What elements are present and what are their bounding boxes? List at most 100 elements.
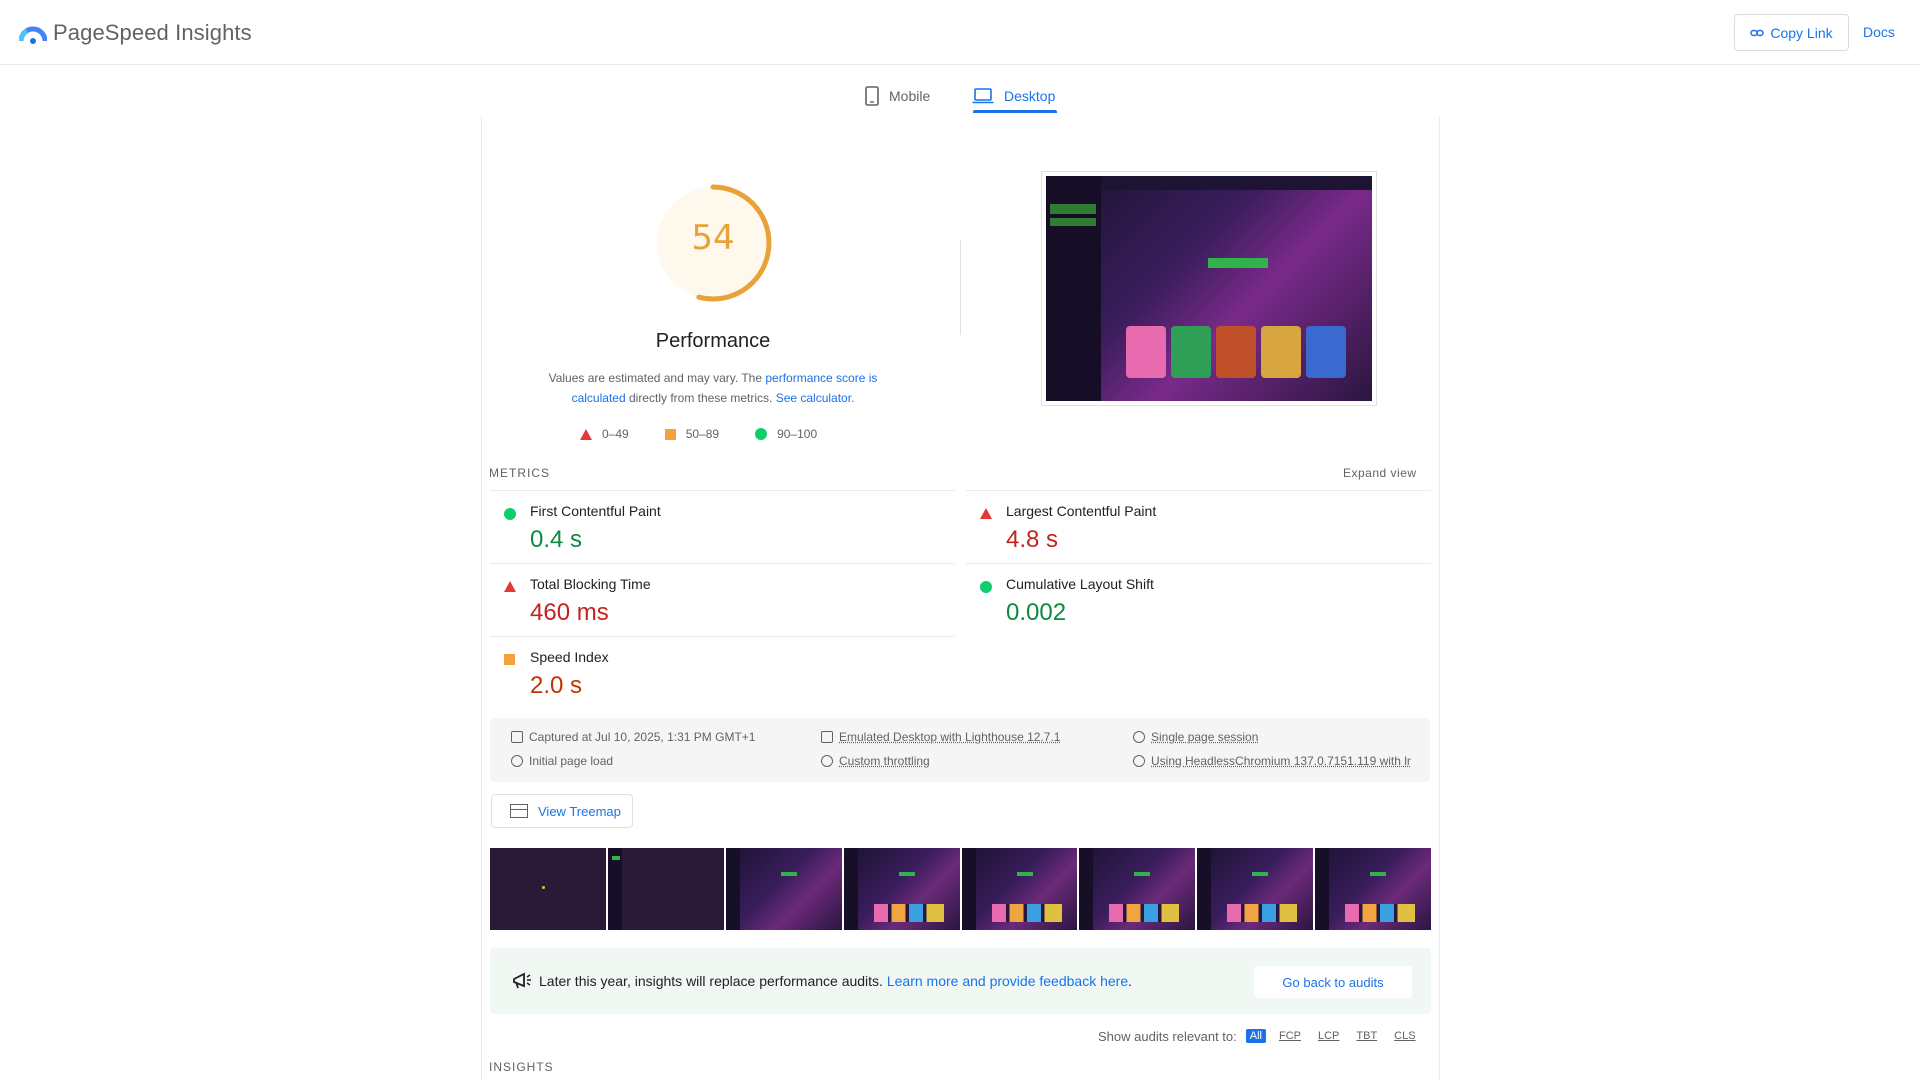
desc-text-1: Values are estimated and may vary. The — [548, 371, 766, 385]
tab-desktop[interactable]: Desktop — [972, 78, 1055, 114]
metric-fcp: First Contentful Paint 0.4 s — [490, 490, 955, 562]
tab-mobile-label: Mobile — [889, 88, 931, 104]
legend-fail: 0–49 — [580, 427, 629, 441]
tab-desktop-label: Desktop — [1004, 88, 1056, 104]
metric-label: Speed Index — [530, 649, 609, 665]
calendar-icon — [511, 731, 523, 743]
audit-filter-label: Show audits relevant to: — [1098, 1028, 1237, 1044]
audit-filter: Show audits relevant to: All FCP LCP TBT… — [1098, 1028, 1420, 1044]
filmstrip-frame — [1197, 848, 1314, 930]
metric-cls: Cumulative Layout Shift 0.002 — [966, 563, 1431, 635]
metric-value: 4.8 s — [1006, 526, 1059, 553]
metric-value: 2.0 s — [530, 672, 583, 699]
chrome-icon — [1133, 755, 1145, 767]
metric-value: 0.4 s — [530, 526, 583, 553]
runtime-session: Single page session — [1133, 730, 1258, 744]
metric-speed-index: Speed Index 2.0 s — [490, 636, 955, 708]
performance-title: Performance — [655, 330, 771, 352]
average-square-icon — [504, 654, 515, 665]
metric-label: Largest Contentful Paint — [1006, 503, 1157, 519]
runtime-session-text[interactable]: Single page session — [1151, 730, 1258, 744]
link-icon — [1750, 29, 1765, 36]
fail-triangle-icon — [980, 508, 992, 519]
runtime-throttling: Custom throttling — [821, 754, 930, 768]
page-screenshot-image — [1046, 176, 1372, 401]
metric-label: Cumulative Layout Shift — [1006, 576, 1154, 592]
filmstrip-frame — [490, 848, 606, 930]
runtime-throttling-text[interactable]: Custom throttling — [839, 754, 930, 768]
filter-fcp[interactable]: FCP — [1275, 1029, 1305, 1043]
phone-icon — [865, 86, 879, 106]
go-back-to-audits-button[interactable]: Go back to audits — [1254, 966, 1412, 998]
runtime-captured-text: Captured at Jul 10, 2025, 1:31 PM GMT+1 — [529, 730, 756, 744]
desc-text-2: directly from these metrics. — [625, 391, 776, 405]
runtime-captured: Captured at Jul 10, 2025, 1:31 PM GMT+1 — [511, 730, 755, 744]
notice-message: Later this year, insights will replace p… — [539, 973, 887, 989]
filter-cls[interactable]: CLS — [1390, 1029, 1419, 1043]
runtime-emulated-text[interactable]: Emulated Desktop with Lighthouse 12.7.1 — [839, 730, 1060, 744]
expand-view-toggle[interactable]: Expand view — [1343, 466, 1417, 480]
runtime-initial-load: Initial page load — [511, 754, 613, 768]
performance-score: 54 — [691, 218, 735, 258]
filter-lcp[interactable]: LCP — [1314, 1029, 1343, 1043]
metric-lcp: Largest Contentful Paint 4.8 s — [966, 490, 1431, 562]
tab-mobile[interactable]: Mobile — [865, 78, 930, 114]
notice-end: . — [1128, 973, 1133, 989]
legend-fail-label: 0–49 — [602, 427, 629, 441]
performance-description: Values are estimated and may vary. The p… — [533, 368, 893, 408]
legend-pass-label: 90–100 — [777, 427, 818, 441]
view-treemap-label: View Treemap — [538, 803, 621, 819]
metric-label: Total Blocking Time — [530, 576, 651, 592]
pass-circle-icon — [980, 581, 992, 593]
app-title: PageSpeed Insights — [53, 20, 252, 45]
wifi-icon — [821, 755, 833, 767]
see-calculator-link[interactable]: See calculator. — [776, 391, 855, 405]
filmstrip-frame — [607, 848, 724, 930]
legend-average-label: 50–89 — [685, 427, 720, 441]
tab-active-indicator — [973, 110, 1057, 113]
notice-text: Later this year, insights will replace p… — [539, 973, 1132, 989]
view-treemap-button[interactable]: View Treemap — [491, 794, 633, 828]
docs-link[interactable]: Docs — [1863, 24, 1895, 40]
filmstrip-frame — [725, 848, 842, 930]
circle-icon — [755, 428, 768, 440]
insights-notice-banner: Later this year, insights will replace p… — [490, 948, 1431, 1014]
top-bar: PageSpeed Insights Copy Link Docs — [0, 0, 1920, 65]
copy-link-button[interactable]: Copy Link — [1734, 14, 1849, 51]
filmstrip-frame — [1315, 848, 1431, 930]
score-legend: 0–49 50–89 90–100 — [580, 426, 817, 442]
treemap-icon — [510, 804, 528, 818]
metric-value: 460 ms — [530, 599, 609, 626]
filter-all[interactable]: All — [1245, 1029, 1266, 1043]
pass-circle-icon — [504, 508, 516, 520]
pagespeed-logo-icon — [19, 26, 47, 44]
user-icon — [1133, 731, 1145, 743]
triangle-icon — [580, 428, 592, 440]
fail-triangle-icon — [504, 581, 516, 592]
filter-tbt[interactable]: TBT — [1352, 1029, 1381, 1043]
runtime-emulated: Emulated Desktop with Lighthouse 12.7.1 — [821, 730, 1060, 744]
filmstrip-frame — [961, 848, 1078, 930]
megaphone-icon — [513, 972, 531, 989]
timer-icon — [511, 755, 523, 767]
laptop-icon — [972, 88, 994, 104]
runtime-browser-text[interactable]: Using HeadlessChromium 137.0.7151.119 wi… — [1151, 754, 1411, 768]
device-icon — [821, 731, 833, 743]
metric-label: First Contentful Paint — [530, 503, 661, 519]
copy-link-label: Copy Link — [1770, 24, 1833, 41]
insights-heading: INSIGHTS — [489, 1060, 554, 1074]
feedback-link[interactable]: Learn more and provide feedback here — [887, 973, 1128, 989]
legend-pass: 90–100 — [755, 427, 817, 441]
runtime-initial-load-text: Initial page load — [529, 754, 614, 768]
legend-average: 50–89 — [664, 427, 720, 441]
metrics-heading: METRICS — [489, 466, 550, 480]
metric-value: 0.002 — [1006, 599, 1067, 626]
divider — [960, 240, 961, 335]
square-icon — [664, 428, 676, 440]
filmstrip-frame — [843, 848, 960, 930]
final-screenshot — [1041, 171, 1377, 406]
filmstrip — [490, 848, 1431, 930]
metric-tbt: Total Blocking Time 460 ms — [490, 563, 955, 635]
filmstrip-frame — [1079, 848, 1196, 930]
runtime-settings: Captured at Jul 10, 2025, 1:31 PM GMT+1 … — [490, 718, 1430, 782]
